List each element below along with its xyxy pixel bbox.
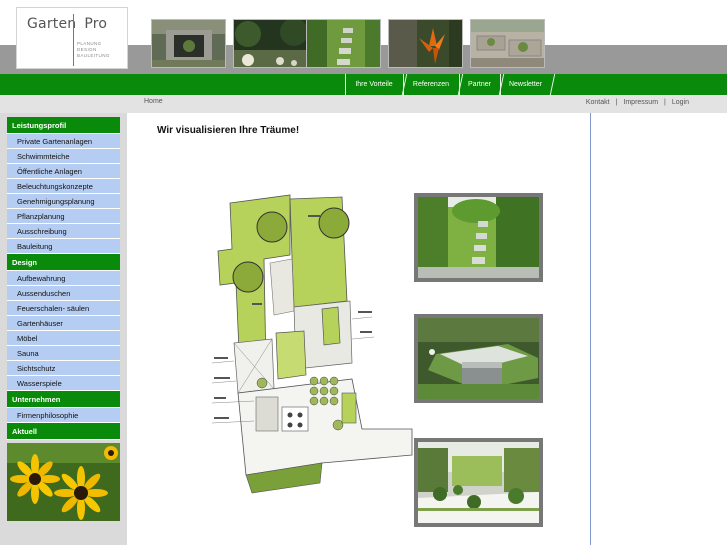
photo-stepping-stones[interactable] [414, 193, 543, 282]
menu-item-schwimmteiche[interactable]: Schwimmteiche [7, 149, 120, 164]
logo-wordmark: Garten Pro [27, 16, 108, 32]
menu-item-firmenphilosophie[interactable]: Firmenphilosophie [7, 408, 120, 423]
section-unternehmen[interactable]: Unternehmen [7, 391, 120, 408]
header-photo-orange-plant [388, 19, 463, 68]
header-photo-stone-terrace [470, 19, 545, 68]
link-impressum[interactable]: Impressum [623, 99, 658, 106]
section-leistungsprofil[interactable]: Leistungsprofil [7, 117, 120, 134]
logo-divider [73, 14, 74, 66]
link-kontakt[interactable]: Kontakt [586, 99, 610, 106]
logo-tagline: PLANUNG DESIGN BAULEITUNG [77, 41, 110, 58]
content-right-divider [590, 113, 591, 545]
menu-item-sichtschutz[interactable]: Sichtschutz [7, 361, 120, 376]
menu-item-feuerschalen[interactable]: Feuerschalen- säulen [7, 301, 120, 316]
breadcrumb-home[interactable]: Home [144, 98, 163, 105]
aktuell-flower-image[interactable] [7, 443, 120, 521]
link-separator: | [664, 99, 666, 106]
nav-referenzen[interactable]: Referenzen [403, 74, 458, 95]
photo-water-basin[interactable] [414, 314, 543, 403]
menu-item-wasserspiele[interactable]: Wasserspiele [7, 376, 120, 391]
garden-plan-drawing[interactable] [211, 193, 417, 503]
header-photo-pond [151, 19, 226, 68]
nav-partner[interactable]: Partner [459, 74, 499, 95]
menu-item-sauna[interactable]: Sauna [7, 346, 120, 361]
menu-item-bauleitung[interactable]: Bauleitung [7, 239, 120, 254]
header-photo-garden-lights [233, 19, 308, 68]
breadcrumb-bar: Home Kontakt | Impressum | Login [0, 95, 727, 113]
header-photo-stepping-path [306, 19, 381, 68]
logo[interactable]: Garten Pro PLANUNG DESIGN BAULEITUNG [16, 7, 128, 69]
page-headline: Wir visualisieren Ihre Träume! [157, 125, 300, 136]
menu-item-aufbewahrung[interactable]: Aufbewahrung [7, 271, 120, 286]
menu-item-aussenduschen[interactable]: Aussenduschen [7, 286, 120, 301]
menu-item-moebel[interactable]: Möbel [7, 331, 120, 346]
photo-boxwood-garden[interactable] [414, 438, 543, 527]
nav-newsletter[interactable]: Newsletter [500, 74, 550, 95]
menu-item-oeffentliche-anlagen[interactable]: Öffentliche Anlagen [7, 164, 120, 179]
main-nav-bar: Ihre Vorteile Referenzen Partner Newslet… [0, 74, 727, 95]
sidebar-menu: Leistungsprofil Private Gartenanlagen Sc… [7, 117, 120, 440]
link-separator: | [615, 99, 618, 106]
menu-item-beleuchtungskonzepte[interactable]: Beleuchtungskonzepte [7, 179, 120, 194]
menu-item-ausschreibung[interactable]: Ausschreibung [7, 224, 120, 239]
nav-ihre-vorteile[interactable]: Ihre Vorteile [345, 74, 402, 95]
utility-links: Kontakt | Impressum | Login [583, 99, 692, 106]
menu-item-genehmigungsplanung[interactable]: Genehmigungsplanung [7, 194, 120, 209]
menu-item-pflanzplanung[interactable]: Pflanzplanung [7, 209, 120, 224]
menu-item-gartenhaeuser[interactable]: Gartenhäuser [7, 316, 120, 331]
link-login[interactable]: Login [672, 99, 689, 106]
menu-item-private-gartenanlagen[interactable]: Private Gartenanlagen [7, 134, 120, 149]
section-aktuell[interactable]: Aktuell [7, 423, 120, 440]
section-design[interactable]: Design [7, 254, 120, 271]
